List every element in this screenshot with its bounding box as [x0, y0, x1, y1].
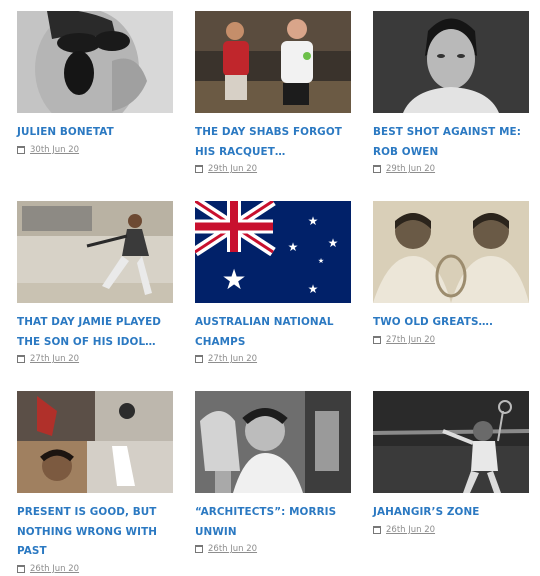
post-card: JAHANGIR’S ZONE 26th Jun 20: [373, 391, 529, 537]
svg-text:★: ★: [328, 236, 339, 250]
post-card: “ARCHITECTS”: MORRIS UNWIN 26th Jun 20: [195, 391, 351, 556]
post-thumbnail[interactable]: ★ ★ ★ ★ ★ ★: [195, 201, 351, 303]
post-thumbnail[interactable]: [373, 11, 529, 113]
post-card: JULIEN BONETAT 30th Jun 20: [17, 11, 173, 157]
post-thumbnail[interactable]: [195, 391, 351, 493]
post-title[interactable]: JAHANGIR’S ZONE: [373, 503, 529, 523]
post-card: ★ ★ ★ ★ ★ ★ AUSTRALIAN NATIONAL CHAMPS 2…: [195, 201, 351, 366]
post-date[interactable]: 29th Jun 20: [208, 164, 257, 174]
post-date[interactable]: 27th Jun 20: [386, 335, 435, 345]
svg-text:★: ★: [221, 263, 246, 296]
post-date[interactable]: 30th Jun 20: [30, 145, 79, 155]
calendar-icon: [17, 145, 25, 154]
post-title[interactable]: TWO OLD GREATS….: [373, 313, 529, 333]
calendar-icon: [17, 355, 25, 363]
post-meta: 26th Jun 20: [195, 542, 351, 556]
post-meta: 27th Jun 20: [373, 333, 529, 347]
svg-text:★: ★: [318, 257, 324, 265]
calendar-icon: [17, 564, 25, 573]
post-card: THE DAY SHABS FORGOT HIS RACQUET… 29th J…: [195, 11, 351, 176]
post-thumbnail[interactable]: [17, 11, 173, 113]
post-card: BEST SHOT AGAINST ME: ROB OWEN 29th Jun …: [373, 11, 529, 176]
post-date[interactable]: 26th Jun 20: [386, 525, 435, 535]
post-date[interactable]: 27th Jun 20: [208, 354, 257, 364]
post-date[interactable]: 29th Jun 20: [386, 164, 435, 174]
post-date[interactable]: 26th Jun 20: [208, 544, 257, 554]
calendar-icon: [195, 355, 203, 363]
calendar-icon: [373, 525, 381, 534]
calendar-icon: [195, 545, 203, 553]
calendar-icon: [195, 165, 203, 173]
post-meta: 29th Jun 20: [373, 162, 529, 176]
post-card: PRESENT IS GOOD, BUT NOTHING WRONG WITH …: [17, 391, 173, 576]
post-title[interactable]: BEST SHOT AGAINST ME: ROB OWEN: [373, 123, 529, 162]
post-title[interactable]: JULIEN BONETAT: [17, 123, 173, 143]
post-title[interactable]: THE DAY SHABS FORGOT HIS RACQUET…: [195, 123, 351, 162]
post-thumbnail[interactable]: [17, 391, 173, 493]
calendar-icon: [373, 335, 381, 344]
svg-text:★: ★: [308, 214, 319, 228]
post-thumbnail[interactable]: [195, 11, 351, 113]
post-thumbnail[interactable]: [373, 391, 529, 493]
post-meta: 26th Jun 20: [373, 523, 529, 537]
post-date[interactable]: 26th Jun 20: [30, 564, 79, 574]
post-meta: 29th Jun 20: [195, 162, 351, 176]
svg-text:★: ★: [308, 282, 319, 296]
post-title[interactable]: AUSTRALIAN NATIONAL CHAMPS: [195, 313, 351, 352]
post-title[interactable]: PRESENT IS GOOD, BUT NOTHING WRONG WITH …: [17, 503, 173, 562]
post-meta: 26th Jun 20: [17, 562, 173, 576]
post-meta: 30th Jun 20: [17, 143, 173, 157]
post-title[interactable]: “ARCHITECTS”: MORRIS UNWIN: [195, 503, 351, 542]
post-thumbnail[interactable]: [373, 201, 529, 303]
svg-text:★: ★: [288, 240, 299, 254]
post-thumbnail[interactable]: [17, 201, 173, 303]
post-title[interactable]: THAT DAY JAMIE PLAYED THE SON OF HIS IDO…: [17, 313, 173, 352]
post-card: THAT DAY JAMIE PLAYED THE SON OF HIS IDO…: [17, 201, 173, 366]
post-date[interactable]: 27th Jun 20: [30, 354, 79, 364]
post-card: TWO OLD GREATS…. 27th Jun 20: [373, 201, 529, 347]
post-meta: 27th Jun 20: [17, 352, 173, 366]
calendar-icon: [373, 165, 381, 173]
post-meta: 27th Jun 20: [195, 352, 351, 366]
